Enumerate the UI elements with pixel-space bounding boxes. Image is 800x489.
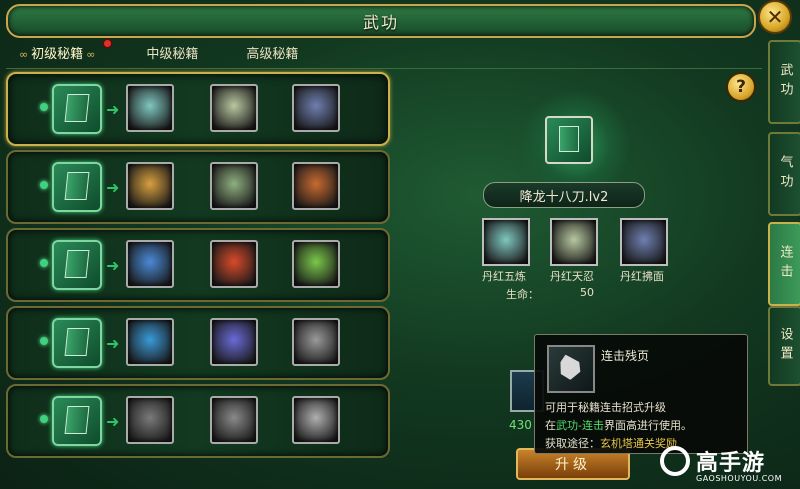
upgrade-label: 升级 [555,457,591,473]
tooltip-text: 在 [545,419,556,432]
cost-value: 430 [509,418,532,432]
manual-row[interactable]: ➜ [6,150,390,224]
tooltip-line: 在武功-连击界面高进行使用。 [545,417,692,433]
tab-intermediate-manuals[interactable]: 中级秘籍 [140,39,204,66]
manual-book-icon[interactable] [52,318,102,368]
connector-icon [40,337,48,345]
combo-page-icon [547,345,595,393]
side-tab-settings[interactable]: 设置 [768,306,800,386]
site-watermark: 高手游 GAOSHOUYOU.COM [660,444,796,486]
arrow-right-icon: ➜ [106,334,120,353]
skill-icon[interactable] [292,318,340,366]
material-icon[interactable] [620,218,668,266]
manual-list: ➜ ➜ ➜ ➜ ➜ [6,72,390,482]
skill-name-plate: 降龙十八刀.lv2 [483,182,645,208]
tab-label: 中级秘籍 [146,46,199,62]
side-tab-qigong[interactable]: 气功 [768,132,800,216]
ornament-icon: ∞ [19,47,29,61]
window-title-bar: 武功 [6,4,756,38]
arrow-right-icon: ➜ [106,178,120,197]
tooltip-line: 可用于秘籍连击招式升级 [545,401,666,414]
side-tab-label: 设置 [777,327,793,365]
ornament-icon: ∞ [86,47,96,61]
tooltip-highlight: 武功-连击 [556,419,604,432]
connector-icon [40,181,48,189]
notification-dot-icon [103,38,113,48]
tooltip-text: 界面高进行使用。 [603,419,692,432]
skill-icon[interactable] [126,240,174,288]
arrow-right-icon: ➜ [106,412,120,431]
arrow-right-icon: ➜ [106,100,120,119]
window-title: 武功 [362,13,399,32]
watermark-url: GAOSHOUYOU.COM [696,474,783,483]
material-icon[interactable] [550,218,598,266]
tab-label: 高级秘籍 [246,46,299,62]
tab-label: 初级秘籍 [31,46,84,62]
manual-book-icon[interactable] [52,396,102,446]
selected-manual-icon [545,116,593,164]
skill-icon[interactable] [210,318,258,366]
manual-row[interactable]: ➜ [6,72,390,146]
skill-icon[interactable] [292,240,340,288]
manual-book-icon[interactable] [52,84,102,134]
tab-advanced-manuals[interactable]: 高级秘籍 [240,39,304,66]
manual-book-icon[interactable] [52,240,102,290]
material-label: 丹红五炼 [482,270,526,283]
material-label: 丹红拂面 [620,270,664,283]
skill-icon[interactable] [292,84,340,132]
skill-icon[interactable] [126,162,174,210]
skill-icon[interactable] [126,396,174,444]
close-icon[interactable]: ✕ [758,0,792,34]
tab-divider [6,68,762,69]
tooltip-line: 获取途径：玄机塔通关奖励 [545,435,677,451]
manual-row[interactable]: ➜ [6,384,390,458]
material-icon[interactable] [482,218,530,266]
stat-label: 生命： [506,288,539,301]
side-tab-label: 连击 [777,245,793,283]
stat-value: 50 [580,286,594,299]
skill-icon[interactable] [292,396,340,444]
connector-icon [40,259,48,267]
material-label: 丹红天忍 [550,270,594,283]
side-tab-label: 武功 [777,63,793,101]
watermark-text: 高手游 [696,451,766,476]
skill-icon[interactable] [210,84,258,132]
manual-row[interactable]: ➜ [6,306,390,380]
skill-icon[interactable] [126,84,174,132]
skill-icon[interactable] [210,162,258,210]
manual-row[interactable]: ➜ [6,228,390,302]
watermark-logo-icon [660,446,690,476]
tooltip-source-label: 获取途径： [545,437,600,450]
help-icon[interactable]: ? [726,72,756,102]
skill-icon[interactable] [210,396,258,444]
tab-beginner-manuals[interactable]: ∞ 初级秘籍 ∞ [10,38,113,66]
connector-icon [40,415,48,423]
skill-name: 降龙十八刀.lv2 [519,189,609,205]
connector-icon [40,103,48,111]
tooltip-title: 连击残页 [601,349,650,363]
manual-book-icon[interactable] [52,162,102,212]
skill-icon[interactable] [292,162,340,210]
side-tab-label: 气功 [777,155,793,193]
side-tab-combo[interactable]: 连击 [768,222,800,306]
tab-bar: ∞ 初级秘籍 ∞ 中级秘籍 高级秘籍 [10,38,304,66]
skill-icon[interactable] [210,240,258,288]
side-tab-martial[interactable]: 武功 [768,40,800,124]
skill-icon[interactable] [126,318,174,366]
arrow-right-icon: ➜ [106,256,120,275]
item-tooltip: 连击残页 可用于秘籍连击招式升级 在武功-连击界面高进行使用。 获取途径：玄机塔… [534,334,748,454]
